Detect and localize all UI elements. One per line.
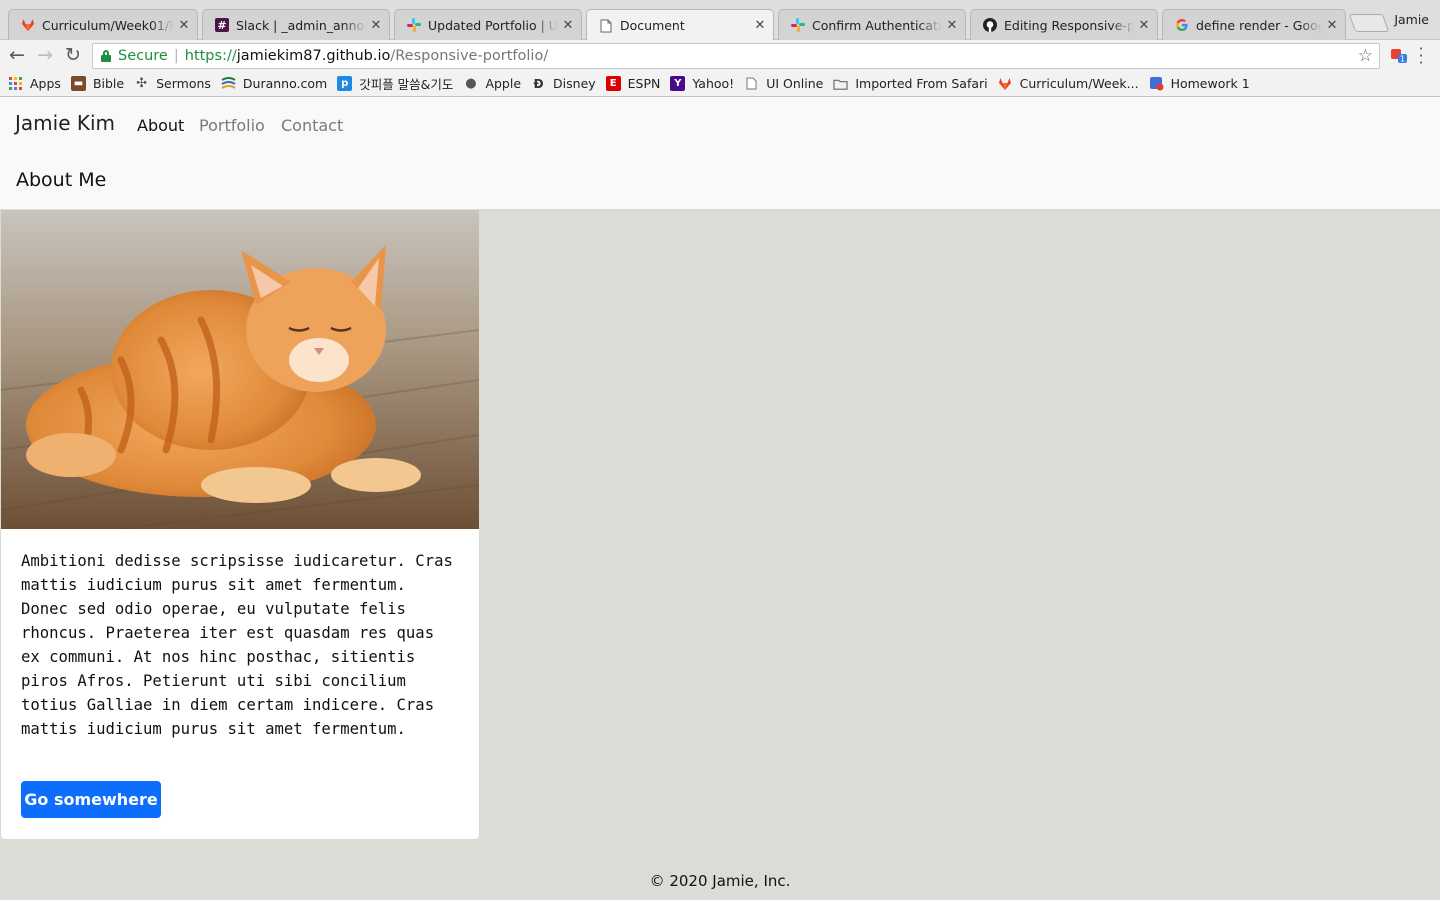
tab-strip: Curriculum/Week01/Ho ✕ # Slack | _admin_… bbox=[0, 0, 1440, 41]
bookmark-label: Bible bbox=[92, 76, 125, 91]
folder-icon bbox=[833, 76, 848, 91]
slack-pinwheel-icon bbox=[407, 18, 421, 32]
new-tab-button[interactable] bbox=[1348, 14, 1390, 32]
bookmark-label: Duranno.com bbox=[242, 76, 328, 91]
bible-icon: ▬ bbox=[70, 76, 86, 91]
card-body-text: Ambitioni dedisse scripsisse iudicaretur… bbox=[21, 552, 453, 738]
bookmark-label: 갓피플 말씀&기도 bbox=[359, 77, 454, 92]
slack-pinwheel-icon bbox=[791, 18, 805, 32]
bookmark-homework[interactable]: Homework 1 bbox=[1149, 76, 1250, 91]
disney-icon: Ð bbox=[533, 76, 544, 91]
bookmark-bible[interactable]: ▬ Bible bbox=[70, 76, 125, 91]
tab-title: Updated Portfolio | UCI bbox=[428, 17, 558, 33]
bookmark-label: UI Online bbox=[766, 76, 824, 91]
document-icon bbox=[599, 19, 613, 33]
go-somewhere-button[interactable]: Go somewhere bbox=[21, 781, 161, 818]
duranno-icon bbox=[221, 76, 236, 91]
bookmark-apple[interactable]: ● Apple bbox=[463, 76, 521, 91]
godpeople-icon: p bbox=[337, 76, 353, 91]
tab-title: Slack | _admin_announ bbox=[236, 17, 366, 33]
address-bar[interactable]: Secure | https://jamiekim87.github.io/Re… bbox=[92, 43, 1380, 69]
close-icon[interactable]: ✕ bbox=[1137, 18, 1151, 33]
site-brand[interactable]: Jamie Kim bbox=[15, 111, 115, 135]
svg-text:1: 1 bbox=[1400, 55, 1405, 64]
tab-title: Editing Responsive-por bbox=[1004, 17, 1134, 33]
apps-grid-icon bbox=[8, 76, 23, 91]
bookmark-apps[interactable]: Apps bbox=[8, 76, 61, 91]
bookmark-disney[interactable]: Ð Disney bbox=[531, 76, 596, 91]
slack-icon: # bbox=[215, 18, 229, 32]
nav-link-portfolio[interactable]: Portfolio bbox=[199, 116, 265, 135]
page-title: About Me bbox=[16, 169, 107, 191]
browser-menu-icon[interactable]: · · · bbox=[1415, 41, 1427, 71]
footer-copyright: © 2020 Jamie, Inc. bbox=[649, 872, 791, 890]
site-navbar: Jamie Kim About Portfolio Contact About … bbox=[0, 97, 1440, 209]
tab-curriculum[interactable]: Curriculum/Week01/Ho ✕ bbox=[8, 9, 198, 40]
bookmark-star-icon[interactable]: ☆ bbox=[1358, 46, 1373, 66]
bookmark-label: Curriculum/Week... bbox=[1019, 76, 1139, 91]
tab-title: Curriculum/Week01/Ho bbox=[42, 17, 174, 33]
bookmark-label: Apple bbox=[485, 76, 522, 91]
bookmark-duranno[interactable]: Duranno.com bbox=[221, 76, 327, 91]
address-divider: | bbox=[173, 48, 179, 64]
tab-title: define render - Google bbox=[1196, 17, 1322, 33]
homework-icon bbox=[1149, 76, 1164, 91]
profile-name[interactable]: Jamie bbox=[1394, 12, 1429, 27]
bookmark-label: Apps bbox=[30, 76, 61, 91]
bookmark-yahoo[interactable]: Y Yahoo! bbox=[670, 76, 734, 91]
bookmark-espn[interactable]: E ESPN bbox=[605, 76, 661, 91]
bookmark-curriculum[interactable]: Curriculum/Week... bbox=[998, 76, 1139, 91]
espn-icon: E bbox=[605, 76, 621, 91]
github-icon bbox=[983, 18, 997, 32]
browser-toolbar: ← → ↻ Secure | https://jamiekim87.github… bbox=[0, 40, 1440, 71]
bookmarks-bar: Apps ▬ Bible ✣ Sermons Duranno.com p 갓피플 말씀… bbox=[0, 71, 1440, 97]
apple-icon: ● bbox=[465, 76, 477, 91]
about-card: Ambitioni dedisse scripsisse iudicaretur… bbox=[1, 210, 479, 839]
close-icon[interactable]: ✕ bbox=[753, 18, 767, 33]
page-icon bbox=[744, 76, 759, 91]
bookmark-godpeople[interactable]: p 갓피플 말씀&기도 bbox=[337, 74, 453, 93]
bookmark-imported-safari[interactable]: Imported From Safari bbox=[833, 76, 988, 91]
tab-define-render[interactable]: define render - Google ✕ bbox=[1162, 9, 1346, 40]
nav-link-about[interactable]: About bbox=[137, 116, 184, 135]
url-scheme: https:// bbox=[184, 48, 237, 64]
gitlab-icon bbox=[998, 76, 1013, 91]
bookmark-label: Sermons bbox=[156, 76, 211, 91]
lock-icon bbox=[101, 50, 111, 62]
bookmark-label: Imported From Safari bbox=[855, 76, 988, 91]
gitlab-icon bbox=[21, 18, 35, 32]
tab-updated-portfolio[interactable]: Updated Portfolio | UCI ✕ bbox=[394, 9, 582, 40]
cat-photo bbox=[1, 210, 479, 529]
nav-link-contact[interactable]: Contact bbox=[281, 116, 343, 135]
bookmark-label: Yahoo! bbox=[692, 76, 735, 91]
bookmark-ui-online[interactable]: UI Online bbox=[744, 76, 823, 91]
yahoo-icon: Y bbox=[670, 76, 686, 91]
reload-icon[interactable]: ↻ bbox=[62, 44, 84, 66]
tab-editing-portfolio[interactable]: Editing Responsive-por ✕ bbox=[970, 9, 1158, 40]
back-arrow-icon[interactable]: ← bbox=[6, 44, 28, 66]
google-icon bbox=[1175, 18, 1189, 32]
close-icon[interactable]: ✕ bbox=[369, 18, 383, 33]
forward-arrow-icon[interactable]: → bbox=[34, 44, 56, 66]
close-icon[interactable]: ✕ bbox=[1325, 18, 1339, 33]
close-icon[interactable]: ✕ bbox=[177, 18, 191, 33]
tab-slack[interactable]: # Slack | _admin_announ ✕ bbox=[202, 9, 390, 40]
bookmark-label: Disney bbox=[553, 76, 596, 91]
extension-icon[interactable]: 1 bbox=[1390, 46, 1408, 64]
url-host: jamiekim87.github.io bbox=[236, 48, 391, 64]
sermons-icon: ✣ bbox=[136, 76, 148, 91]
tab-title: Document bbox=[620, 18, 685, 33]
close-icon[interactable]: ✕ bbox=[945, 18, 959, 33]
tab-document[interactable]: Document ✕ bbox=[586, 9, 774, 41]
url-path: /Responsive-portfolio/ bbox=[390, 48, 549, 64]
bookmark-label: Homework 1 bbox=[1170, 76, 1250, 91]
close-icon[interactable]: ✕ bbox=[561, 18, 575, 33]
bookmark-label: ESPN bbox=[627, 76, 661, 91]
tab-confirm-authentication[interactable]: Confirm Authentication ✕ bbox=[778, 9, 966, 40]
bookmark-sermons[interactable]: ✣ Sermons bbox=[134, 76, 211, 91]
secure-label: Secure bbox=[118, 48, 168, 64]
tab-title: Confirm Authentication bbox=[812, 17, 942, 33]
